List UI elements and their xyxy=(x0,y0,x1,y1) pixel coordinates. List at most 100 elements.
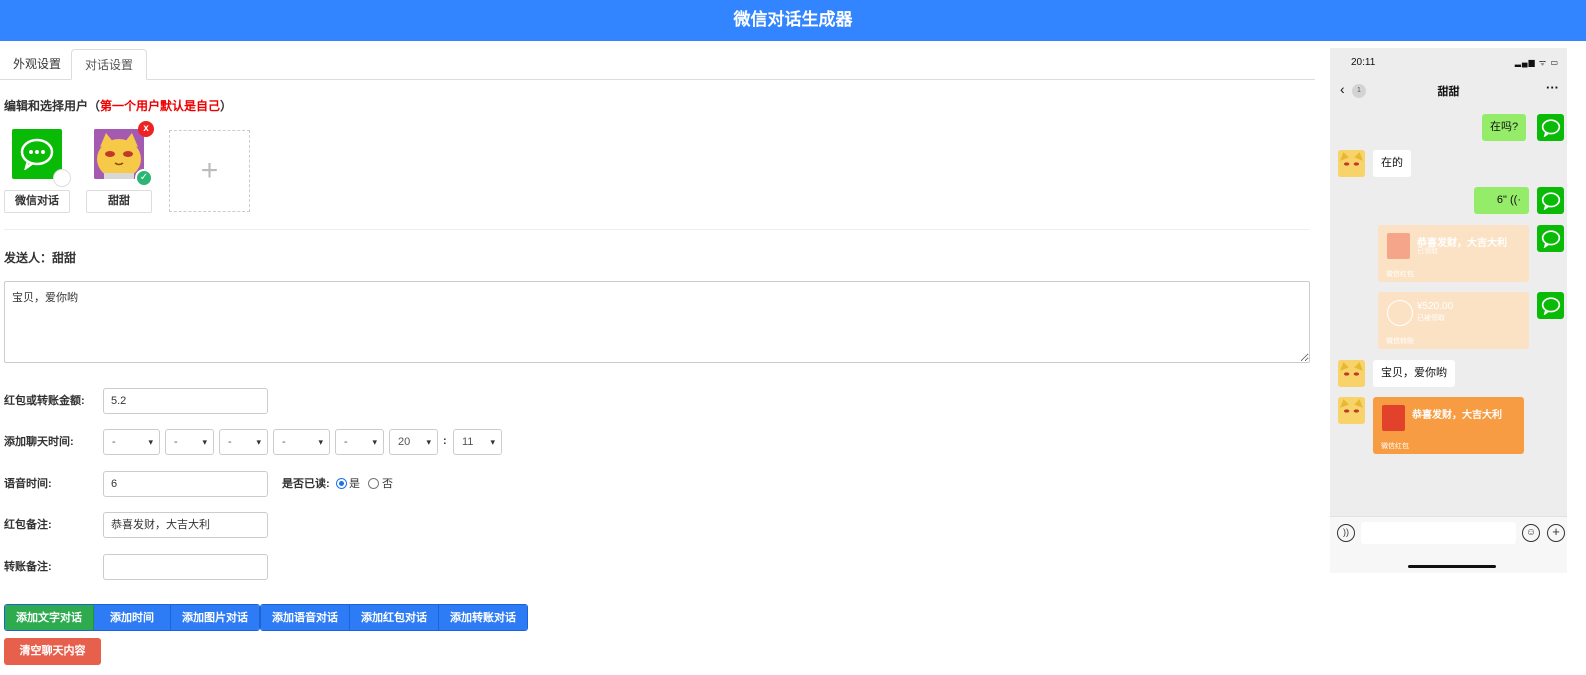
redpacket-note-label: 红包备注: xyxy=(4,519,52,531)
transfer-note-input[interactable] xyxy=(103,554,268,580)
redpacket-icon xyxy=(1387,233,1410,259)
add-text-button[interactable]: 添加文字对话 xyxy=(5,605,94,630)
divider xyxy=(4,229,1309,230)
time-colon: : xyxy=(443,435,447,447)
user-card-tiantian[interactable]: x ✓ 甜甜 xyxy=(86,121,154,213)
voice-bubble-self[interactable]: 6" ((· xyxy=(1474,187,1529,214)
transfer-footer: 微信转账 xyxy=(1386,338,1414,345)
amount-row: 红包或转账金额: 5.2 xyxy=(4,388,804,414)
user-card-self[interactable]: 微信对话 xyxy=(4,129,71,213)
chevron-down-icon: ▾ xyxy=(426,437,431,447)
time-row: 添加聊天时间: - ▾ - ▾ - ▾ - ▾ - ▾ 20 ▾ : 11 ▾ xyxy=(4,429,804,455)
voice-label: 语音时间: xyxy=(4,478,52,490)
cat-avatar-icon[interactable] xyxy=(1338,150,1365,177)
selected-check-icon[interactable]: ✓ xyxy=(135,169,153,187)
read-no-radio[interactable] xyxy=(368,478,379,489)
chat-input-bar: )) ☺ + xyxy=(1330,516,1567,573)
time-select-period[interactable]: - ▾ xyxy=(335,429,384,455)
redpacket-bubble-self[interactable]: 恭喜发财，大吉大利 已领取 微信红包 xyxy=(1378,225,1529,282)
user-list: 微信对话 x ✓ 甜甜 + xyxy=(4,121,264,213)
wechat-avatar-icon[interactable] xyxy=(1537,225,1564,252)
tab-dialog[interactable]: 对话设置 xyxy=(71,49,148,80)
wechat-avatar-icon[interactable] xyxy=(1537,292,1564,319)
time-select-month[interactable]: - ▾ xyxy=(165,429,214,455)
chevron-down-icon: ▾ xyxy=(148,437,153,447)
button-group-secondary: 添加语音对话 添加红包对话 添加转账对话 xyxy=(260,604,528,631)
redpacket-icon xyxy=(1382,405,1405,431)
phone-status-bar: 20:11 ▂▄▆ ᯤ ▭ xyxy=(1330,48,1567,76)
button-group-primary: 添加文字对话 添加时间 添加图片对话 xyxy=(4,604,260,631)
read-status-label: 是否已读: xyxy=(282,478,330,490)
settings-panel: 外观设置 对话设置 编辑和选择用户（第一个用户默认是自己） 微信对话 x ✓ 甜… xyxy=(0,41,1330,675)
phone-preview: 20:11 ▂▄▆ ᯤ ▭ ‹ 1 甜甜 ··· 在吗? 在的 6" ((· 恭… xyxy=(1330,48,1567,573)
add-voice-button[interactable]: 添加语音对话 xyxy=(261,605,350,630)
user-name-label[interactable]: 微信对话 xyxy=(4,190,70,213)
chat-navbar: ‹ 1 甜甜 ··· xyxy=(1330,80,1567,102)
time-select-year[interactable]: - ▾ xyxy=(103,429,160,455)
users-section-note: 第一个用户默认是自己 xyxy=(100,99,221,113)
add-image-button[interactable]: 添加图片对话 xyxy=(171,605,259,630)
clear-chat-button[interactable]: 清空聊天内容 xyxy=(4,638,101,665)
transfer-note-label: 转账备注: xyxy=(4,561,52,573)
tab-appearance[interactable]: 外观设置 xyxy=(0,49,74,80)
read-yes-radio[interactable] xyxy=(336,478,347,489)
chat-title: 甜甜 xyxy=(1437,86,1460,98)
user-name-label[interactable]: 甜甜 xyxy=(86,190,152,213)
transfer-amount: ¥520.00 xyxy=(1417,301,1454,312)
message-textarea[interactable]: 宝贝，爱你哟 xyxy=(4,281,1310,363)
amount-label: 红包或转账金额: xyxy=(4,395,85,407)
tab-bar: 外观设置 对话设置 xyxy=(0,49,1315,80)
wechat-avatar-icon[interactable] xyxy=(1537,187,1564,214)
voice-icon[interactable]: )) xyxy=(1337,524,1355,542)
time-select-day[interactable]: - ▾ xyxy=(219,429,268,455)
wechat-avatar-icon[interactable] xyxy=(1537,114,1564,141)
users-section-title: 编辑和选择用户（第一个用户默认是自己） xyxy=(4,99,233,113)
status-time: 20:11 xyxy=(1351,57,1376,68)
more-icon[interactable]: ··· xyxy=(1546,80,1559,95)
time-label: 添加聊天时间: xyxy=(4,436,74,448)
signal-wifi-battery-icon: ▂▄▆ ᯤ ▭ xyxy=(1514,58,1559,67)
chat-bubble-other[interactable]: 在的 xyxy=(1373,150,1411,177)
time-select-hour[interactable]: 20 ▾ xyxy=(389,429,438,455)
chevron-down-icon: ▾ xyxy=(318,437,323,447)
emoji-icon[interactable]: ☺ xyxy=(1522,524,1540,542)
redpacket-footer: 微信红包 xyxy=(1386,271,1414,278)
chat-bubble-self[interactable]: 在吗? xyxy=(1482,114,1527,141)
add-redpacket-button[interactable]: 添加红包对话 xyxy=(350,605,439,630)
time-select-minute[interactable]: 11 ▾ xyxy=(453,429,502,455)
add-time-button[interactable]: 添加时间 xyxy=(94,605,171,630)
chat-input[interactable] xyxy=(1361,522,1516,544)
chevron-down-icon: ▾ xyxy=(490,437,495,447)
voice-row: 语音时间: 6 是否已读: 是 否 xyxy=(4,471,804,497)
redpacket-title: 恭喜发财，大吉大利 xyxy=(1412,410,1502,421)
redpacket-footer: 微信红包 xyxy=(1381,443,1409,450)
time-select-weekday[interactable]: - ▾ xyxy=(273,429,330,455)
app-header: 微信对话生成器 xyxy=(0,0,1586,41)
transfer-bubble-self[interactable]: ¥520.00 已被领取 微信转账 xyxy=(1378,292,1529,349)
cat-avatar-icon[interactable] xyxy=(1338,360,1365,387)
redpacket-bubble-other[interactable]: 恭喜发财，大吉大利 微信红包 xyxy=(1373,397,1524,454)
chevron-down-icon: ▾ xyxy=(256,437,261,447)
amount-input[interactable]: 5.2 xyxy=(103,388,268,414)
chevron-down-icon: ▾ xyxy=(202,437,207,447)
transfer-note-row: 转账备注: xyxy=(4,554,804,580)
plus-icon[interactable]: + xyxy=(1547,524,1565,542)
read-yes-label: 是 xyxy=(349,478,360,490)
redpacket-note-input[interactable]: 恭喜发财，大吉大利 xyxy=(103,512,268,538)
transfer-check-icon xyxy=(1387,300,1413,326)
remove-user-icon[interactable]: x xyxy=(138,121,154,137)
chevron-down-icon: ▾ xyxy=(372,437,377,447)
home-indicator xyxy=(1408,565,1496,568)
voice-duration-input[interactable]: 6 xyxy=(103,471,268,497)
redpacket-status: 已领取 xyxy=(1417,248,1438,255)
cat-avatar-icon[interactable] xyxy=(1338,397,1365,424)
redpacket-note-row: 红包备注: 恭喜发财，大吉大利 xyxy=(4,512,804,538)
sender-label: 发送人：甜甜 xyxy=(4,251,77,265)
add-user-button[interactable]: + xyxy=(169,130,250,212)
add-transfer-button[interactable]: 添加转账对话 xyxy=(439,605,527,630)
read-no-label: 否 xyxy=(382,478,393,490)
select-badge-icon[interactable] xyxy=(53,169,71,187)
transfer-status: 已被领取 xyxy=(1417,315,1445,322)
app-title: 微信对话生成器 xyxy=(733,10,853,29)
chat-bubble-other[interactable]: 宝贝，爱你哟 xyxy=(1373,360,1455,387)
